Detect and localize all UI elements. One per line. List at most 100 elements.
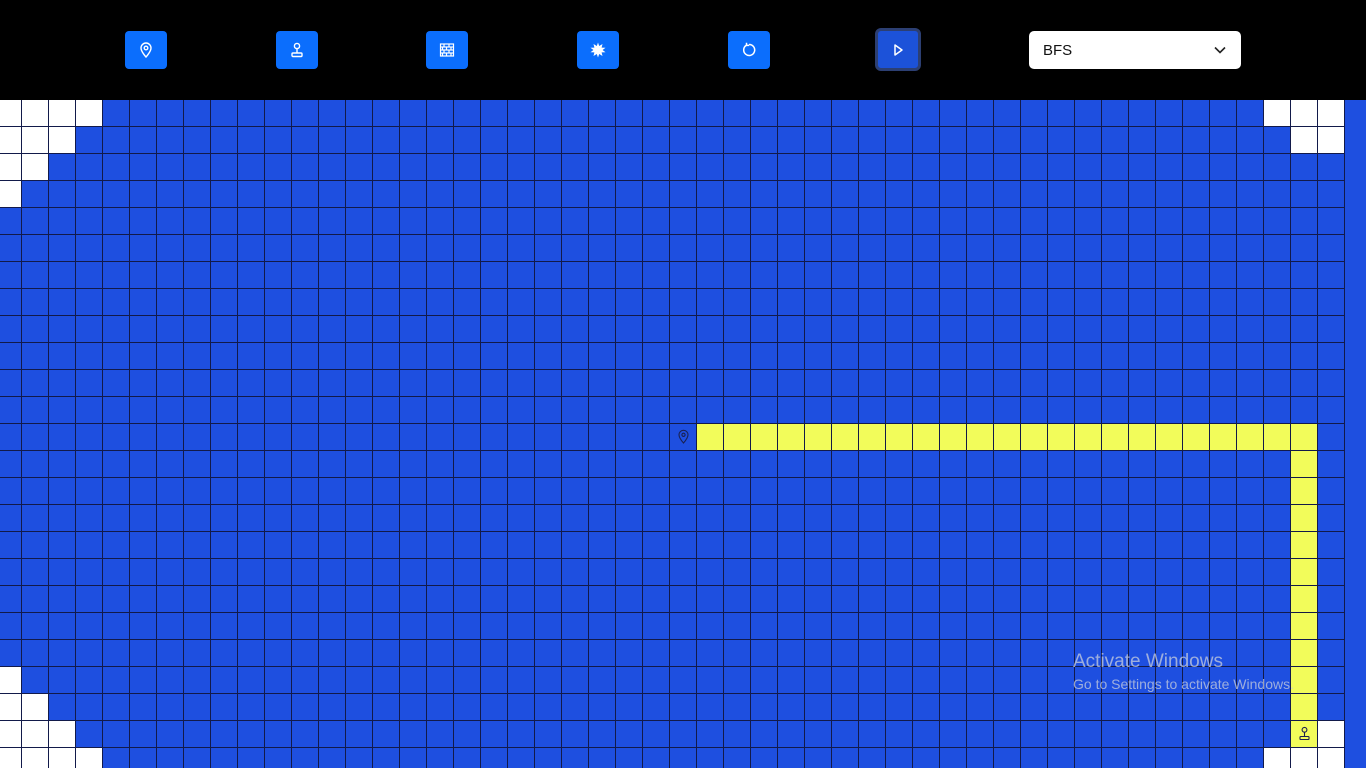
grid-cell-visited[interactable] — [967, 748, 994, 768]
grid-cell-visited[interactable] — [1156, 262, 1183, 289]
grid-cell-path[interactable] — [1183, 424, 1210, 451]
grid-cell-visited[interactable] — [697, 370, 724, 397]
grid-cell-visited[interactable] — [481, 640, 508, 667]
grid-cell-visited[interactable] — [238, 640, 265, 667]
grid-cell-visited[interactable] — [1291, 208, 1318, 235]
grid-cell-visited[interactable] — [265, 100, 292, 127]
grid-cell-visited[interactable] — [373, 424, 400, 451]
grid-cell-visited[interactable] — [832, 559, 859, 586]
grid-cell-visited[interactable] — [22, 667, 49, 694]
grid-cell-path[interactable] — [1291, 667, 1318, 694]
grid-cell-visited[interactable] — [184, 748, 211, 768]
grid-cell-visited[interactable] — [427, 397, 454, 424]
grid-cell-visited[interactable] — [1021, 748, 1048, 768]
grid-cell-visited[interactable] — [427, 748, 454, 768]
grid-cell-visited[interactable] — [238, 721, 265, 748]
grid-cell-visited[interactable] — [184, 640, 211, 667]
grid-cell-visited[interactable] — [805, 262, 832, 289]
grid-cell-visited[interactable] — [913, 694, 940, 721]
grid-cell-visited[interactable] — [1210, 100, 1237, 127]
grid-cell-visited[interactable] — [400, 316, 427, 343]
grid-cell-visited[interactable] — [76, 613, 103, 640]
grid-cell-visited[interactable] — [508, 181, 535, 208]
grid-cell-empty[interactable] — [49, 721, 76, 748]
grid-cell-visited[interactable] — [535, 721, 562, 748]
grid-cell-visited[interactable] — [481, 181, 508, 208]
grid-cell-visited[interactable] — [1048, 667, 1075, 694]
grid-cell-visited[interactable] — [238, 208, 265, 235]
grid-cell-visited[interactable] — [481, 370, 508, 397]
grid-cell-visited[interactable] — [265, 721, 292, 748]
grid-cell-visited[interactable] — [292, 748, 319, 768]
grid-cell-visited[interactable] — [481, 613, 508, 640]
grid-cell-visited[interactable] — [238, 424, 265, 451]
grid-cell-visited[interactable] — [724, 586, 751, 613]
grid-cell-visited[interactable] — [238, 694, 265, 721]
grid-cell-visited[interactable] — [697, 208, 724, 235]
grid-cell-visited[interactable] — [616, 586, 643, 613]
grid-cell-visited[interactable] — [1156, 559, 1183, 586]
grid-cell-visited[interactable] — [319, 424, 346, 451]
grid-cell-visited[interactable] — [643, 748, 670, 768]
grid-cell-visited[interactable] — [1048, 532, 1075, 559]
grid-cell-visited[interactable] — [886, 748, 913, 768]
grid-cell-visited[interactable] — [1129, 586, 1156, 613]
grid-cell-visited[interactable] — [562, 478, 589, 505]
grid-cell-visited[interactable] — [967, 532, 994, 559]
grid-cell-visited[interactable] — [130, 181, 157, 208]
grid-cell-visited[interactable] — [913, 478, 940, 505]
grid-cell-visited[interactable] — [481, 532, 508, 559]
grid-cell-visited[interactable] — [373, 154, 400, 181]
grid-cell-visited[interactable] — [1237, 478, 1264, 505]
grid-cell-visited[interactable] — [805, 235, 832, 262]
grid-cell-visited[interactable] — [454, 478, 481, 505]
grid-cell-visited[interactable] — [562, 208, 589, 235]
grid-cell-visited[interactable] — [1129, 208, 1156, 235]
grid-cell-visited[interactable] — [508, 721, 535, 748]
grid-cell-path[interactable] — [994, 424, 1021, 451]
grid-cell-visited[interactable] — [967, 505, 994, 532]
grid-cell-visited[interactable] — [292, 424, 319, 451]
grid-cell-visited[interactable] — [994, 154, 1021, 181]
grid-cell-visited[interactable] — [778, 451, 805, 478]
grid-cell-visited[interactable] — [481, 208, 508, 235]
grid-cell-empty[interactable] — [22, 721, 49, 748]
grid-cell-visited[interactable] — [157, 397, 184, 424]
grid-cell-visited[interactable] — [670, 505, 697, 532]
grid-cell-visited[interactable] — [967, 289, 994, 316]
grid-cell-visited[interactable] — [778, 478, 805, 505]
grid-cell-visited[interactable] — [967, 100, 994, 127]
grid-cell-visited[interactable] — [400, 289, 427, 316]
algorithm-select[interactable]: BFS — [1029, 31, 1241, 69]
grid-cell-visited[interactable] — [1264, 559, 1291, 586]
grid-cell-visited[interactable] — [994, 559, 1021, 586]
grid-cell-visited[interactable] — [751, 289, 778, 316]
grid-cell-visited[interactable] — [1291, 181, 1318, 208]
grid-cell-visited[interactable] — [562, 748, 589, 768]
grid-cell-visited[interactable] — [832, 235, 859, 262]
grid-cell-visited[interactable] — [292, 208, 319, 235]
grid-cell-visited[interactable] — [670, 640, 697, 667]
grid-cell-visited[interactable] — [1318, 613, 1345, 640]
grid-cell-visited[interactable] — [1210, 721, 1237, 748]
grid-cell-visited[interactable] — [697, 532, 724, 559]
grid-cell-visited[interactable] — [49, 370, 76, 397]
grid-cell-visited[interactable] — [1156, 181, 1183, 208]
grid-cell-path[interactable] — [1237, 424, 1264, 451]
grid-cell-visited[interactable] — [967, 208, 994, 235]
grid-cell-visited[interactable] — [346, 424, 373, 451]
grid-cell-visited[interactable] — [1075, 100, 1102, 127]
grid-cell-visited[interactable] — [481, 289, 508, 316]
grid-cell-visited[interactable] — [130, 100, 157, 127]
grid-cell-visited[interactable] — [859, 478, 886, 505]
grid-cell-visited[interactable] — [994, 343, 1021, 370]
grid-cell-visited[interactable] — [832, 586, 859, 613]
grid-cell-visited[interactable] — [0, 532, 22, 559]
grid-cell-visited[interactable] — [76, 451, 103, 478]
grid-cell-visited[interactable] — [319, 343, 346, 370]
grid-cell-visited[interactable] — [562, 397, 589, 424]
grid-cell-visited[interactable] — [1075, 397, 1102, 424]
grid-cell-visited[interactable] — [805, 208, 832, 235]
grid-cell-visited[interactable] — [22, 289, 49, 316]
grid-cell-visited[interactable] — [157, 289, 184, 316]
